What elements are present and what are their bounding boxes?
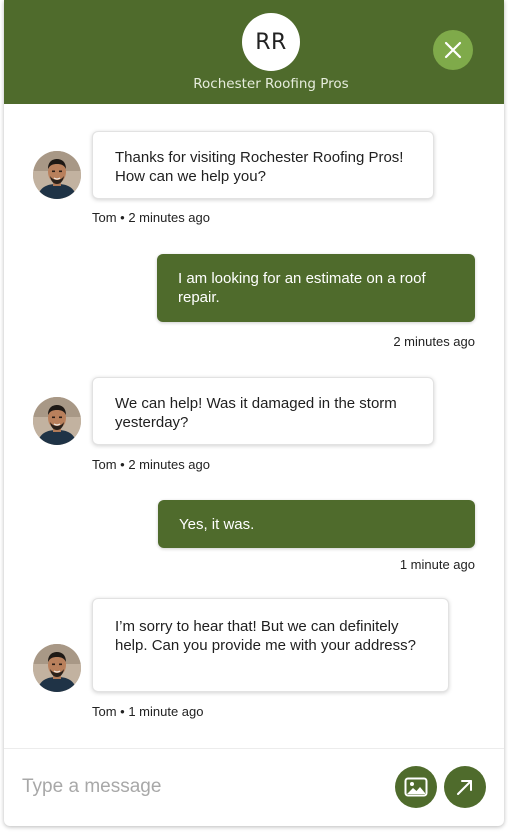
agent-message-bubble: We can help! Was it damaged in the storm… (92, 377, 434, 445)
close-icon (444, 41, 462, 59)
image-upload-button[interactable] (395, 766, 437, 808)
message-meta: 2 minutes ago (393, 334, 475, 349)
message-text: Thanks for visiting Rochester Roofing Pr… (115, 149, 404, 185)
message-meta: Tom • 2 minutes ago (92, 457, 210, 472)
user-message-bubble: I am looking for an estimate on a roof r… (157, 254, 475, 322)
send-button[interactable] (444, 766, 486, 808)
message-text: I am looking for an estimate on a roof r… (178, 270, 426, 306)
message-meta: Tom • 1 minute ago (92, 704, 204, 719)
user-message-bubble: Yes, it was. (158, 500, 475, 548)
composer-divider (4, 748, 504, 749)
message-text: Yes, it was. (179, 516, 255, 533)
image-icon (404, 777, 428, 797)
company-logo: RR (242, 13, 300, 71)
chat-widget: RR Rochester Roofing Pros Thanks for vis… (4, 0, 504, 826)
close-button[interactable] (433, 30, 473, 70)
chat-header: RR Rochester Roofing Pros (4, 0, 504, 104)
agent-message-bubble: I’m sorry to hear that! But we can defin… (92, 598, 449, 692)
message-meta: Tom • 2 minutes ago (92, 210, 210, 225)
agent-avatar (33, 644, 81, 692)
message-input[interactable] (22, 770, 382, 804)
message-text: I’m sorry to hear that! But we can defin… (115, 618, 416, 654)
message-text: We can help! Was it damaged in the storm… (115, 395, 397, 431)
agent-message-bubble: Thanks for visiting Rochester Roofing Pr… (92, 131, 434, 199)
send-arrow-icon (457, 780, 472, 795)
message-meta: 1 minute ago (399, 557, 475, 572)
logo-initials: RR (255, 29, 287, 55)
agent-avatar (33, 151, 81, 199)
agent-avatar (33, 397, 81, 445)
company-name: Rochester Roofing Pros (193, 76, 349, 92)
